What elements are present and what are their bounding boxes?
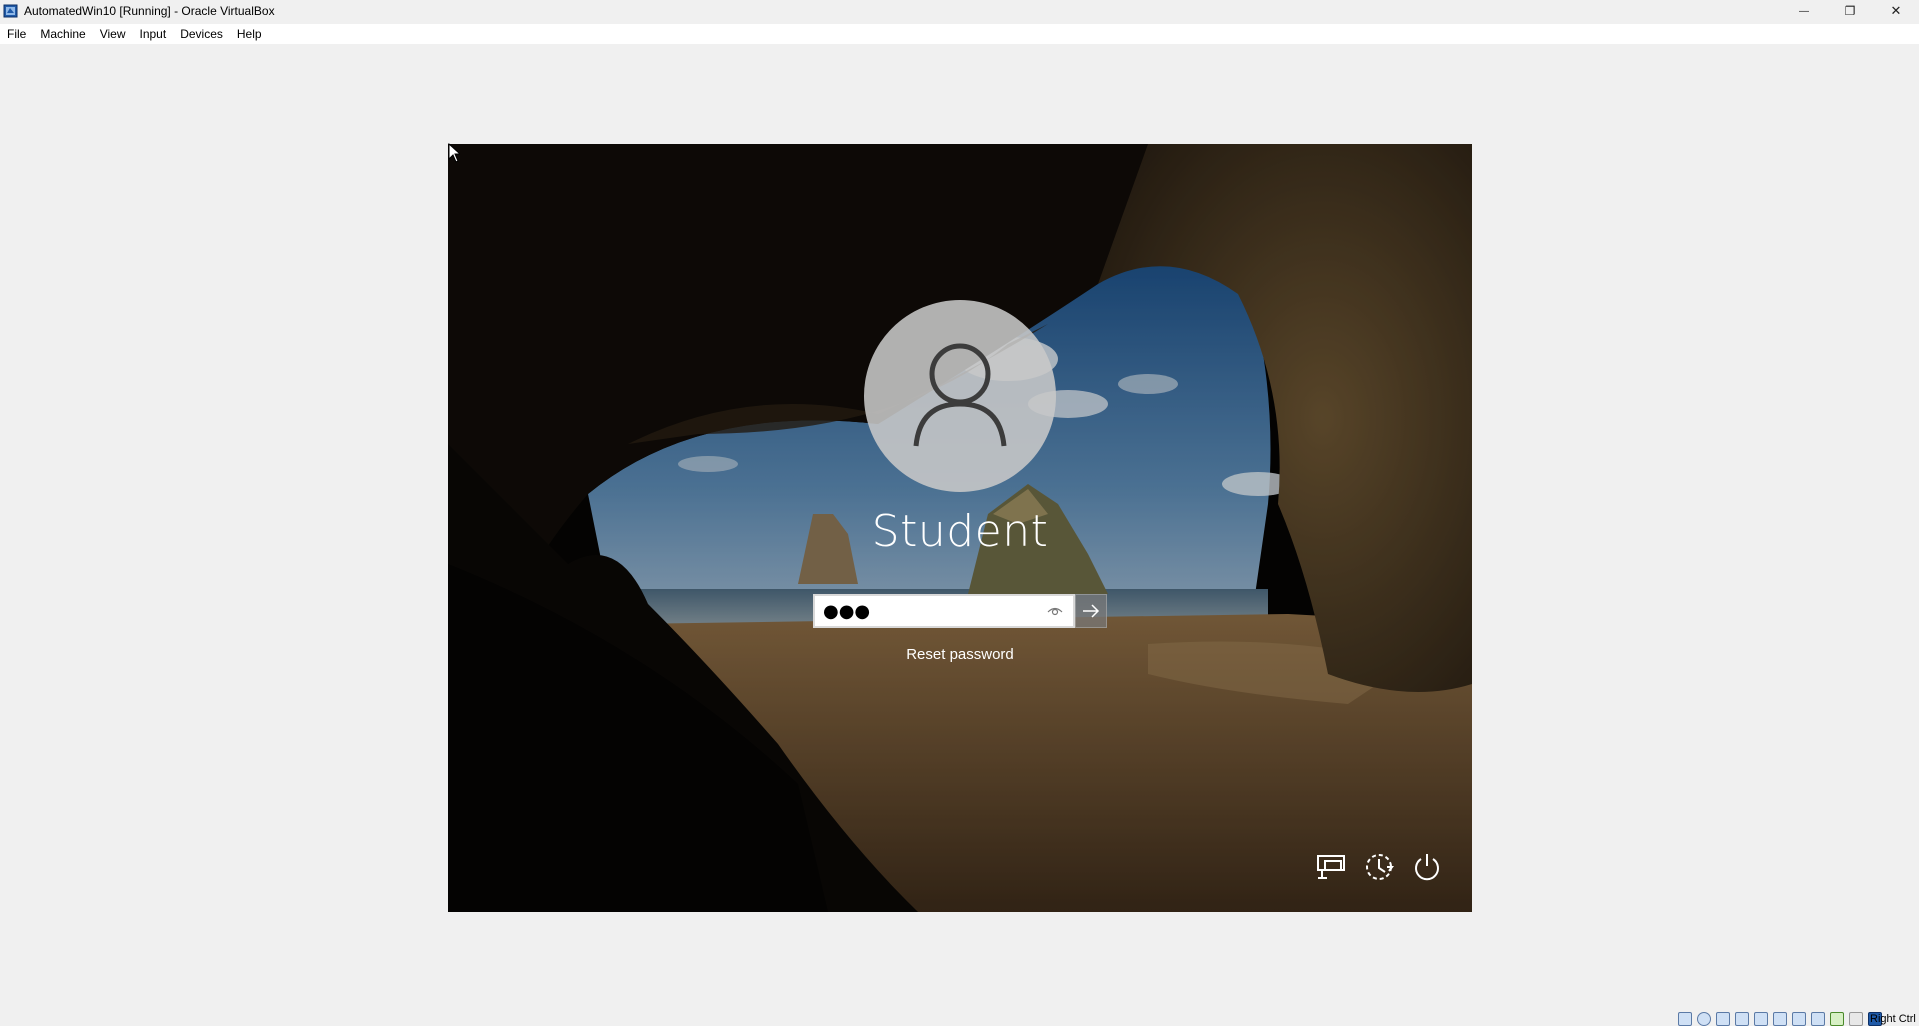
submit-button[interactable] (1075, 594, 1107, 628)
maximize-button[interactable]: ❐ (1827, 0, 1873, 22)
audio-icon[interactable] (1716, 1012, 1730, 1026)
minimize-icon: — (1799, 5, 1809, 17)
usb-icon[interactable] (1754, 1012, 1768, 1026)
user-icon (913, 343, 1007, 447)
host-key-label: Right Ctrl (1870, 1013, 1916, 1025)
menu-file[interactable]: File (0, 24, 33, 44)
cpu-icon[interactable] (1830, 1012, 1844, 1026)
display-icon[interactable] (1792, 1012, 1806, 1026)
menu-view[interactable]: View (93, 24, 133, 44)
window-title: AutomatedWin10 [Running] - Oracle Virtua… (24, 4, 275, 18)
hard-disk-icon[interactable] (1678, 1012, 1692, 1026)
menu-bar: File Machine View Input Devices Help (0, 24, 1919, 44)
virtualbox-icon (3, 4, 18, 18)
minimize-button[interactable]: — (1781, 0, 1827, 22)
video-capture-icon[interactable] (1811, 1012, 1825, 1026)
restore-icon: ❐ (1844, 4, 1856, 18)
shared-folders-icon[interactable] (1773, 1012, 1787, 1026)
close-icon: ✕ (1890, 3, 1902, 18)
accessibility-icon[interactable] (1362, 850, 1396, 884)
vm-display[interactable]: Student Reset password (448, 144, 1472, 912)
menu-help[interactable]: Help (230, 24, 269, 44)
menu-machine[interactable]: Machine (33, 24, 92, 44)
status-bar: Right Ctrl (0, 1008, 1919, 1026)
password-field[interactable] (813, 594, 1075, 628)
mouse-cursor-icon (448, 143, 460, 163)
arrow-right-icon (1083, 604, 1100, 618)
device-status-icons (1678, 1012, 1882, 1026)
reveal-password-icon[interactable] (1047, 603, 1063, 619)
menu-input[interactable]: Input (133, 24, 174, 44)
menu-devices[interactable]: Devices (173, 24, 230, 44)
password-area (813, 594, 1107, 628)
title-bar: AutomatedWin10 [Running] - Oracle Virtua… (0, 0, 1919, 22)
close-button[interactable]: ✕ (1873, 0, 1919, 22)
reset-password-link[interactable]: Reset password (448, 646, 1472, 663)
mouse-integration-icon[interactable] (1849, 1012, 1863, 1026)
optical-drive-icon[interactable] (1697, 1012, 1711, 1026)
network-adapter-icon[interactable] (1735, 1012, 1749, 1026)
username-label: Student (871, 506, 1049, 557)
user-avatar (864, 300, 1056, 492)
network-icon[interactable] (1315, 850, 1349, 884)
power-icon[interactable] (1410, 850, 1444, 884)
